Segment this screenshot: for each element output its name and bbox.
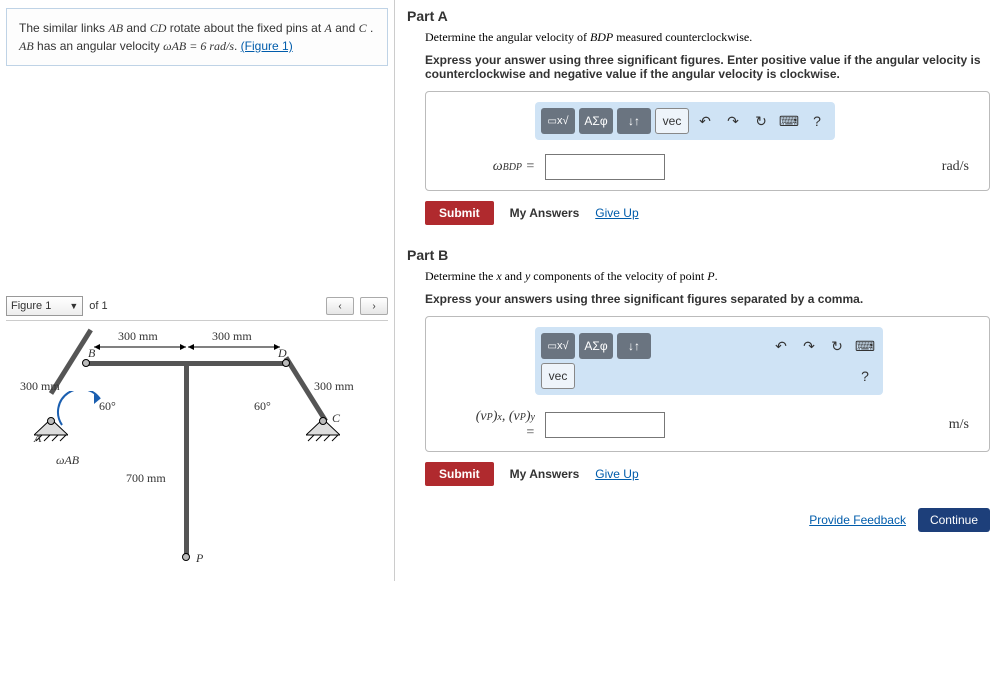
unit-b: m/s	[949, 417, 975, 433]
figure-1: 300 mm 300 mm 300 mm 300 mm 60° 60° 700 …	[6, 331, 366, 581]
label-B: B	[88, 346, 95, 361]
figure-select[interactable]: Figure 1 ▼	[6, 296, 83, 316]
problem-statement: The similar links AB and CD rotate about…	[6, 8, 388, 66]
answer-input-a[interactable]	[545, 154, 665, 180]
dim-300d: 300 mm	[314, 379, 354, 394]
eq-label-b: (vP)x, (vP)y=	[440, 409, 535, 441]
C: C	[359, 21, 367, 35]
give-up-link-a[interactable]: Give Up	[595, 206, 638, 220]
provide-feedback-link[interactable]: Provide Feedback	[809, 513, 906, 527]
divider	[6, 320, 388, 321]
give-up-link-b[interactable]: Give Up	[595, 467, 638, 481]
my-answers-label-a: My Answers	[510, 206, 580, 220]
part-a-answer-box: ▭x√ ΑΣφ ↓↑ vec ↶ ↷ ↻ ⌨ ? ωBDP = rad/s	[425, 91, 990, 191]
subscript-button[interactable]: ↓↑	[617, 108, 651, 134]
t2: and	[126, 21, 149, 35]
keyboard-button[interactable]: ⌨	[777, 109, 801, 133]
continue-button[interactable]: Continue	[918, 508, 990, 532]
part-b-title: Part B	[407, 247, 990, 263]
figure-next-button[interactable]: ›	[360, 297, 388, 315]
dim-700: 700 mm	[126, 471, 166, 486]
dim-300b: 300 mm	[212, 329, 252, 344]
part-a-title: Part A	[407, 8, 990, 24]
t4: and	[335, 21, 358, 35]
eq-label-a: ωBDP =	[440, 159, 535, 175]
submit-button-b[interactable]: Submit	[425, 462, 494, 486]
part-a-hint: Express your answer using three signific…	[425, 53, 990, 81]
my-answers-label-b: My Answers	[510, 467, 580, 481]
answer-input-b[interactable]	[545, 412, 665, 438]
figure-count: of 1	[89, 300, 107, 312]
dim-300a: 300 mm	[118, 329, 158, 344]
part-a-instruction: Determine the angular velocity of BDP me…	[425, 30, 990, 45]
equation-toolbar-b: ▭x√ ΑΣφ ↓↑ ↶ ↷ ↻ ⌨ vec ?	[535, 327, 883, 395]
A: A	[325, 21, 332, 35]
label-D: D	[278, 346, 287, 361]
redo-button[interactable]: ↷	[721, 109, 745, 133]
chevron-down-icon: ▼	[69, 301, 78, 311]
redo-button-b[interactable]: ↷	[797, 334, 821, 358]
reset-button-b[interactable]: ↻	[825, 334, 849, 358]
t1: The similar links	[19, 21, 108, 35]
omega: ωAB = 6 rad/s	[163, 39, 234, 53]
vec-button[interactable]: vec	[655, 108, 689, 134]
AB2: AB	[19, 39, 34, 53]
undo-button[interactable]: ↶	[693, 109, 717, 133]
dim-300c: 300 mm	[20, 379, 60, 394]
label-wab: ωAB	[56, 453, 79, 468]
CD: CD	[150, 21, 167, 35]
figure-link[interactable]: (Figure 1)	[241, 39, 293, 53]
t6: has an angular velocity	[37, 39, 163, 53]
part-b-instruction: Determine the x and y components of the …	[425, 269, 990, 284]
undo-button-b[interactable]: ↶	[769, 334, 793, 358]
figure-prev-button[interactable]: ‹	[326, 297, 354, 315]
template-button-b[interactable]: ▭x√	[541, 333, 575, 359]
help-button-b[interactable]: ?	[853, 364, 877, 388]
angle-60-left: 60°	[99, 399, 116, 414]
template-button[interactable]: ▭x√	[541, 108, 575, 134]
label-C: C	[332, 411, 340, 426]
t3: rotate about the fixed pins at	[170, 21, 325, 35]
reset-button[interactable]: ↻	[749, 109, 773, 133]
figure-selector-bar: Figure 1 ▼ of 1 ‹ ›	[6, 296, 388, 316]
equation-toolbar-a: ▭x√ ΑΣφ ↓↑ vec ↶ ↷ ↻ ⌨ ?	[535, 102, 835, 140]
help-button[interactable]: ?	[805, 109, 829, 133]
label-P: P	[196, 551, 203, 566]
greek-button-b[interactable]: ΑΣφ	[579, 333, 613, 359]
keyboard-button-b[interactable]: ⌨	[853, 334, 877, 358]
submit-button-a[interactable]: Submit	[425, 201, 494, 225]
AB: AB	[108, 21, 123, 35]
subscript-button-b[interactable]: ↓↑	[617, 333, 651, 359]
figure-select-label: Figure 1	[11, 300, 51, 312]
part-b-hint: Express your answers using three signifi…	[425, 292, 990, 306]
greek-button[interactable]: ΑΣφ	[579, 108, 613, 134]
t5: .	[370, 21, 373, 35]
label-A: A	[34, 431, 41, 446]
part-b-answer-box: ▭x√ ΑΣφ ↓↑ ↶ ↷ ↻ ⌨ vec ? (vP)x, (vP)y= m…	[425, 316, 990, 452]
angle-60-right: 60°	[254, 399, 271, 414]
unit-a: rad/s	[942, 159, 975, 175]
vec-button-b[interactable]: vec	[541, 363, 575, 389]
